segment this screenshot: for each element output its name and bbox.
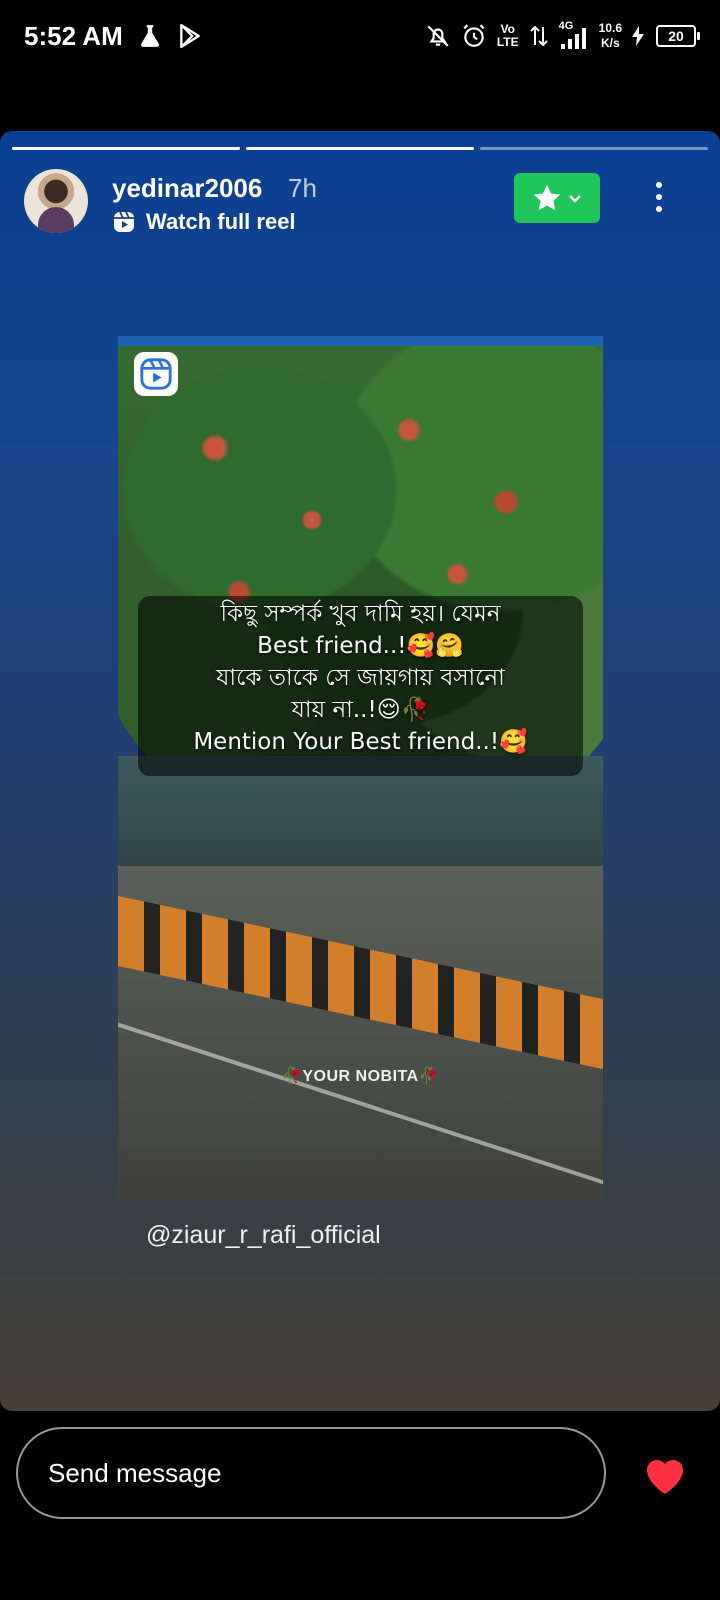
favorite-button[interactable] [514, 173, 600, 223]
progress-segment [480, 147, 708, 150]
watch-full-reel-link[interactable]: Watch full reel [112, 209, 296, 235]
caption-line: যায় না..!😌🥀 [291, 697, 430, 723]
story-progress [12, 147, 708, 151]
story-viewer[interactable]: yedinar2006 7h Watch full reel কিছু সম্প… [0, 131, 720, 1411]
caption-line: কিছু সম্পর্ক খুব দামি হয়। যেমন [220, 601, 501, 627]
alarm-icon [463, 24, 485, 47]
charging-icon [632, 26, 644, 46]
reel-caption: কিছু সম্পর্ক খুব দামি হয়। যেমন Best fri… [138, 598, 583, 758]
avatar[interactable] [24, 169, 88, 233]
progress-segment [246, 147, 474, 150]
battery-indicator: 20 [656, 25, 700, 47]
bell-off-icon [427, 25, 449, 47]
star-icon [533, 184, 561, 211]
story-header: yedinar2006 7h Watch full reel [24, 169, 704, 235]
caption-line: Mention Your Best friend..!🥰 [193, 729, 528, 755]
more-options-button[interactable] [644, 175, 674, 219]
status-time: 5:52 AM [24, 20, 123, 51]
dot [656, 206, 662, 212]
caption-line: Best friend..!🥰🤗 [257, 633, 464, 659]
send-message-input[interactable]: Send message [16, 1427, 606, 1519]
volte-indicator: Vo LTE [496, 22, 519, 49]
reels-icon [114, 211, 134, 232]
dot [656, 194, 662, 200]
send-message-placeholder: Send message [48, 1457, 222, 1488]
watch-full-reel-label: Watch full reel [146, 209, 296, 234]
progress-segment [12, 147, 240, 150]
reel-watermark: 🥀YOUR NOBITA🥀 [281, 1068, 440, 1085]
network-speed: 10.6 K/s [598, 21, 622, 50]
signal-icon: 4G [559, 20, 589, 50]
reel-badge-icon [134, 352, 178, 396]
status-bar: 5:52 AM Vo LTE 4G 10.6 K/s 20 [0, 0, 720, 72]
username[interactable]: yedinar2006 [112, 173, 262, 204]
mention-sticker[interactable]: @ziaur_r_rafi_official [146, 1221, 381, 1250]
chevron-down-icon [569, 195, 581, 203]
caption-line: যাকে তাকে সে জায়গায় বসানো [216, 665, 505, 691]
play-store-icon [179, 23, 200, 49]
story-time: 7h [288, 173, 317, 203]
data-transfer-icon [529, 25, 548, 47]
dot [656, 182, 662, 188]
reel-preview[interactable]: কিছু সম্পর্ক খুব দামি হয়। যেমন Best fri… [118, 336, 603, 1201]
flask-icon [140, 25, 159, 47]
heart-icon[interactable] [640, 1452, 690, 1496]
